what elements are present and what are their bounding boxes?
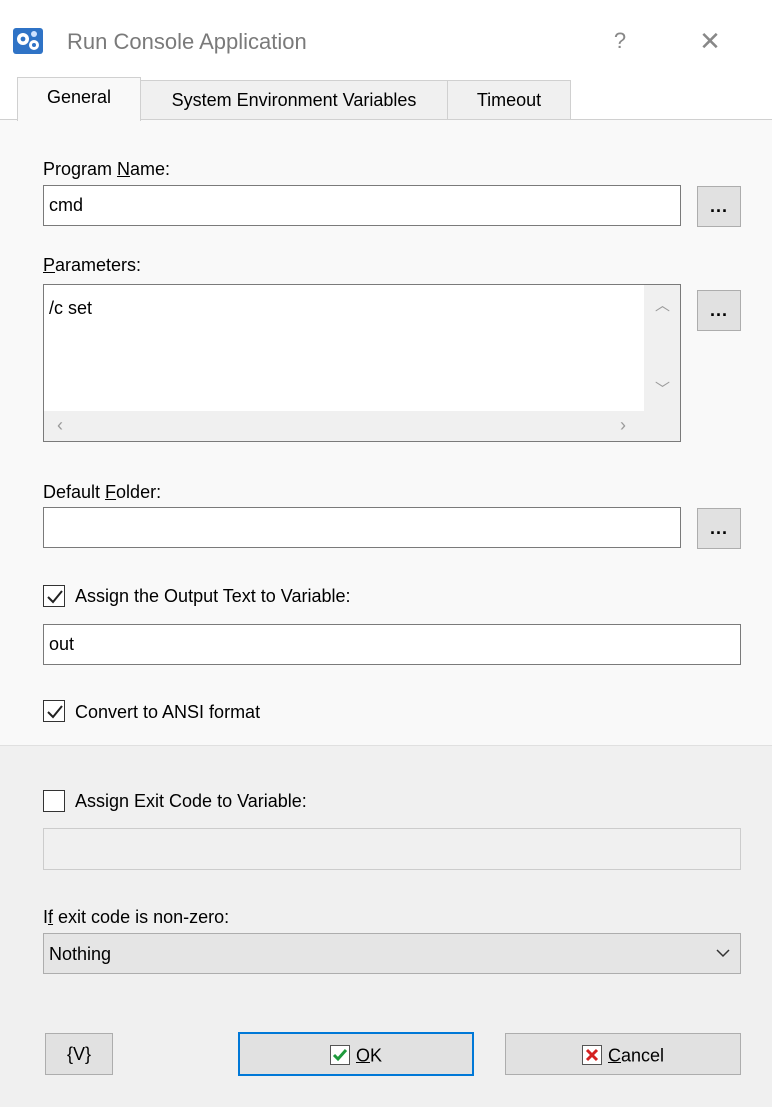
- assign-output-checkbox[interactable]: [43, 585, 65, 607]
- program-name-input[interactable]: cmd: [43, 185, 681, 226]
- scroll-left-icon[interactable]: ‹: [57, 416, 63, 434]
- scrollbar-corner: [644, 411, 680, 441]
- assign-exit-code-label[interactable]: Assign Exit Code to Variable:: [75, 790, 307, 812]
- cancel-button[interactable]: Cancel: [505, 1033, 741, 1075]
- convert-ansi-checkbox[interactable]: [43, 700, 65, 722]
- parameters-text: /c set: [49, 298, 93, 318]
- default-folder-label: Default Folder:: [43, 482, 162, 502]
- default-folder-browse-button[interactable]: ...: [697, 508, 741, 549]
- parameters-textarea[interactable]: /c set ︿ ﹀ ‹ ›: [43, 284, 681, 442]
- checkmark-icon: [47, 590, 63, 604]
- program-name-browse-button[interactable]: ...: [697, 186, 741, 227]
- checkmark-icon: [47, 705, 63, 719]
- assign-exit-code-checkbox[interactable]: [43, 790, 65, 812]
- program-name-label: Program Name:: [43, 159, 171, 179]
- default-folder-input[interactable]: [43, 507, 681, 548]
- scroll-right-icon[interactable]: ›: [620, 416, 626, 434]
- title-bar: Run Console Application ? ✕: [0, 0, 772, 80]
- horizontal-scrollbar[interactable]: ‹ ›: [44, 411, 644, 441]
- chevron-down-icon: [716, 949, 730, 958]
- nonzero-action-select[interactable]: Nothing: [43, 933, 741, 974]
- tab-strip: General System Environment Variables Tim…: [0, 77, 772, 121]
- tab-system-environment-variables[interactable]: System Environment Variables: [139, 80, 449, 120]
- ok-check-icon: [329, 1045, 350, 1066]
- exit-code-variable-input[interactable]: [43, 828, 741, 870]
- assign-output-label[interactable]: Assign the Output Text to Variable:: [75, 585, 351, 607]
- window-title: Run Console Application: [67, 29, 307, 54]
- cancel-x-icon: [581, 1045, 602, 1066]
- ok-button[interactable]: OK: [238, 1032, 474, 1076]
- parameters-label: Parameters:: [43, 255, 142, 275]
- tab-general[interactable]: General: [17, 77, 141, 121]
- scroll-down-icon[interactable]: ﹀: [655, 382, 670, 397]
- nonzero-action-value: Nothing: [49, 944, 112, 964]
- variables-button[interactable]: {V}: [45, 1033, 113, 1075]
- close-icon[interactable]: ✕: [690, 24, 730, 58]
- scroll-up-icon[interactable]: ︿: [655, 298, 670, 313]
- nonzero-exit-label: If exit code is non-zero:: [43, 907, 230, 927]
- tab-timeout[interactable]: Timeout: [447, 80, 571, 120]
- gears-app-icon: [13, 28, 43, 54]
- vertical-scrollbar[interactable]: ︿ ﹀: [644, 285, 680, 411]
- convert-ansi-label[interactable]: Convert to ANSI format: [75, 701, 260, 723]
- help-button[interactable]: ?: [604, 26, 636, 56]
- output-variable-input[interactable]: out: [43, 624, 741, 665]
- parameters-browse-button[interactable]: ...: [697, 290, 741, 331]
